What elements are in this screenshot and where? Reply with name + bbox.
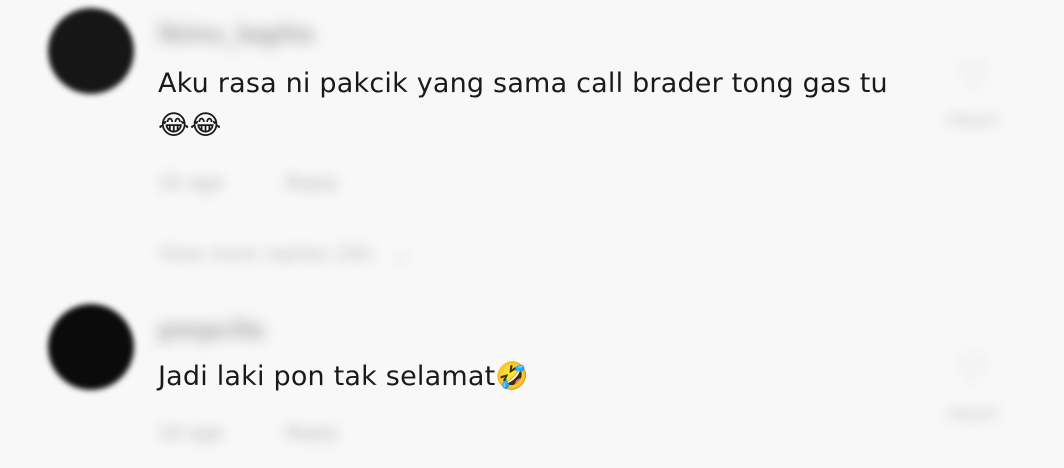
comment-text: Aku rasa ni pakcik yang sama call brader… (158, 68, 897, 141)
comment-username[interactable]: lbinx_lagito (158, 22, 314, 46)
avatar[interactable] (48, 304, 134, 390)
like-count: Heart (947, 404, 999, 425)
comment-timestamp: 10 ago (158, 422, 224, 444)
reply-button[interactable]: Reply (286, 422, 339, 444)
chevron-down-icon: ⌄ (392, 243, 409, 265)
comment-meta: 10 ago Reply (158, 172, 338, 194)
like-button[interactable]: ♡ Heart (940, 350, 1006, 425)
view-replies-label: View more replies (26) (158, 243, 373, 265)
heart-icon: ♡ (957, 56, 989, 96)
heart-icon: ♡ (957, 350, 989, 390)
like-button[interactable]: ♡ Heart (940, 56, 1006, 131)
comment-meta: 10 ago Reply (158, 422, 338, 444)
comment-text: Jadi laki pon tak selamat🤣 (158, 361, 530, 392)
comment-timestamp: 10 ago (158, 172, 224, 194)
like-count: Heart (947, 110, 999, 131)
avatar[interactable] (48, 8, 134, 94)
comment-item: pmpclle Jadi laki pon tak selamat🤣 10 ag… (0, 290, 1064, 468)
reply-button[interactable]: Reply (286, 172, 339, 194)
view-replies-button[interactable]: View more replies (26) ⌄ (158, 243, 409, 265)
comment-item: lbinx_lagito Aku rasa ni pakcik yang sam… (0, 0, 1064, 290)
comment-username[interactable]: pmpclle (158, 318, 264, 342)
